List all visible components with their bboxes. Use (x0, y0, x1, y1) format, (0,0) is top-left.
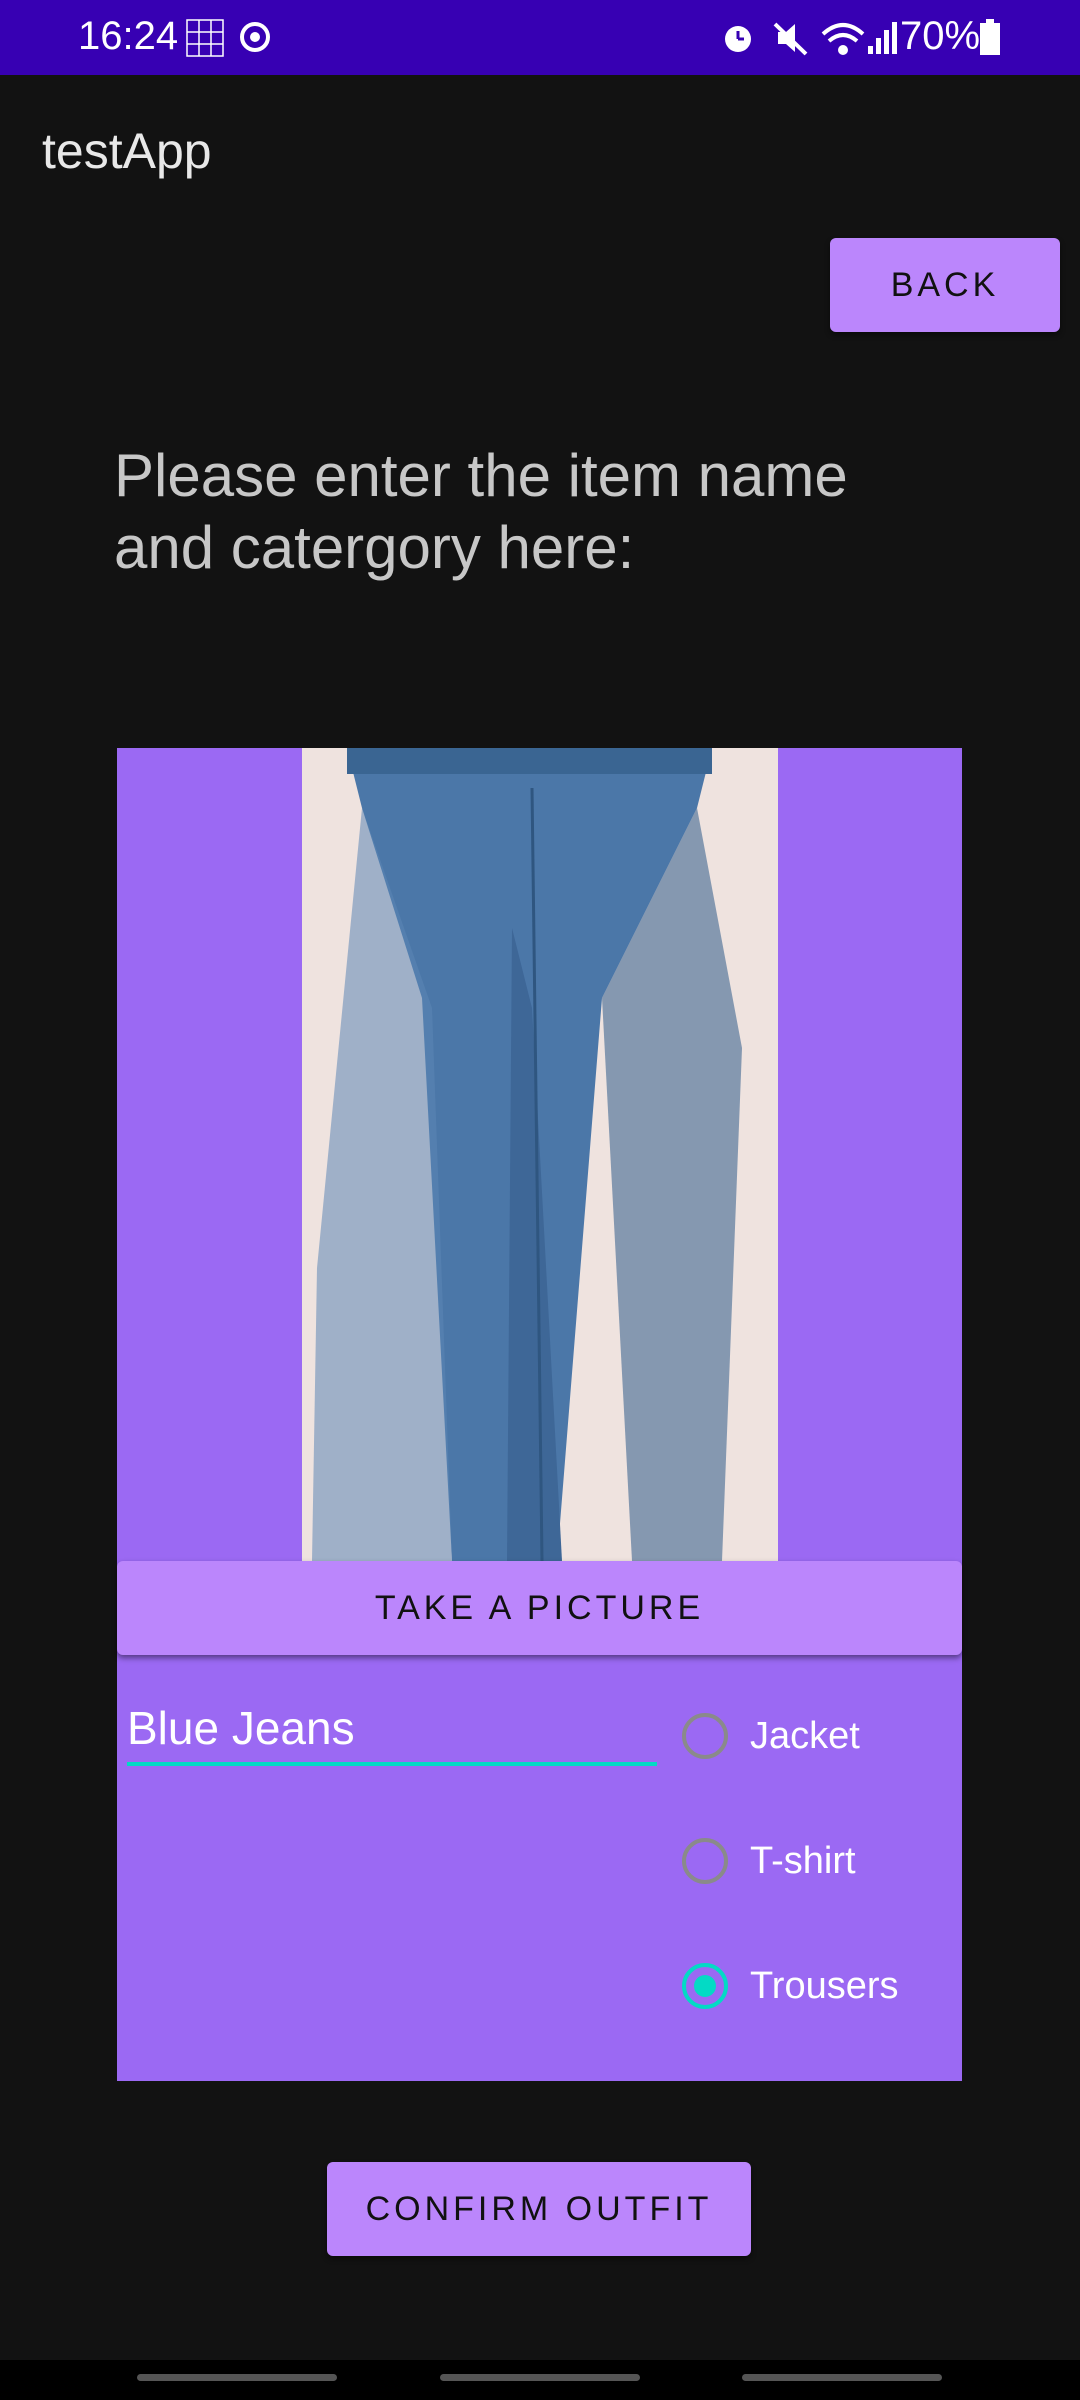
sudoku-grid-icon (186, 19, 224, 57)
mute-icon (773, 22, 808, 56)
item-photo (302, 748, 778, 1561)
sync-icon (240, 22, 270, 52)
category-option-trousers[interactable]: Trousers (682, 1958, 899, 2014)
status-bar: 16:24 70% (0, 0, 1080, 75)
item-card: TAKE A PICTURE Blue Jeans Jacket T-shirt… (117, 748, 962, 2081)
navigation-bar (0, 2360, 1080, 2400)
category-option-jacket[interactable]: Jacket (682, 1708, 860, 1764)
nav-back-handle[interactable] (742, 2374, 942, 2381)
status-time: 16:24 (78, 14, 179, 58)
alarm-icon (725, 26, 751, 52)
wifi-icon (821, 23, 865, 55)
prompt-text: Please enter the item name and catergory… (114, 442, 848, 581)
category-label: Trousers (750, 1964, 899, 2007)
radio-unchecked-icon[interactable] (682, 1713, 728, 1759)
battery-icon (980, 19, 1000, 55)
back-button[interactable]: BACK (830, 238, 1060, 332)
nav-home-handle[interactable] (440, 2374, 640, 2381)
app-title: testApp (42, 123, 212, 179)
signal-icon (868, 22, 897, 54)
item-name-input[interactable]: Blue Jeans (127, 1700, 657, 1766)
category-label: T-shirt (750, 1839, 856, 1882)
battery-percentage: 70% (900, 14, 981, 58)
take-picture-button[interactable]: TAKE A PICTURE (117, 1561, 962, 1655)
category-label: Jacket (750, 1714, 860, 1757)
radio-checked-icon[interactable] (682, 1963, 728, 2009)
category-option-tshirt[interactable]: T-shirt (682, 1833, 856, 1889)
nav-recents-handle[interactable] (137, 2374, 337, 2381)
radio-unchecked-icon[interactable] (682, 1838, 728, 1884)
confirm-outfit-button[interactable]: CONFIRM OUTFIT (327, 2162, 751, 2256)
